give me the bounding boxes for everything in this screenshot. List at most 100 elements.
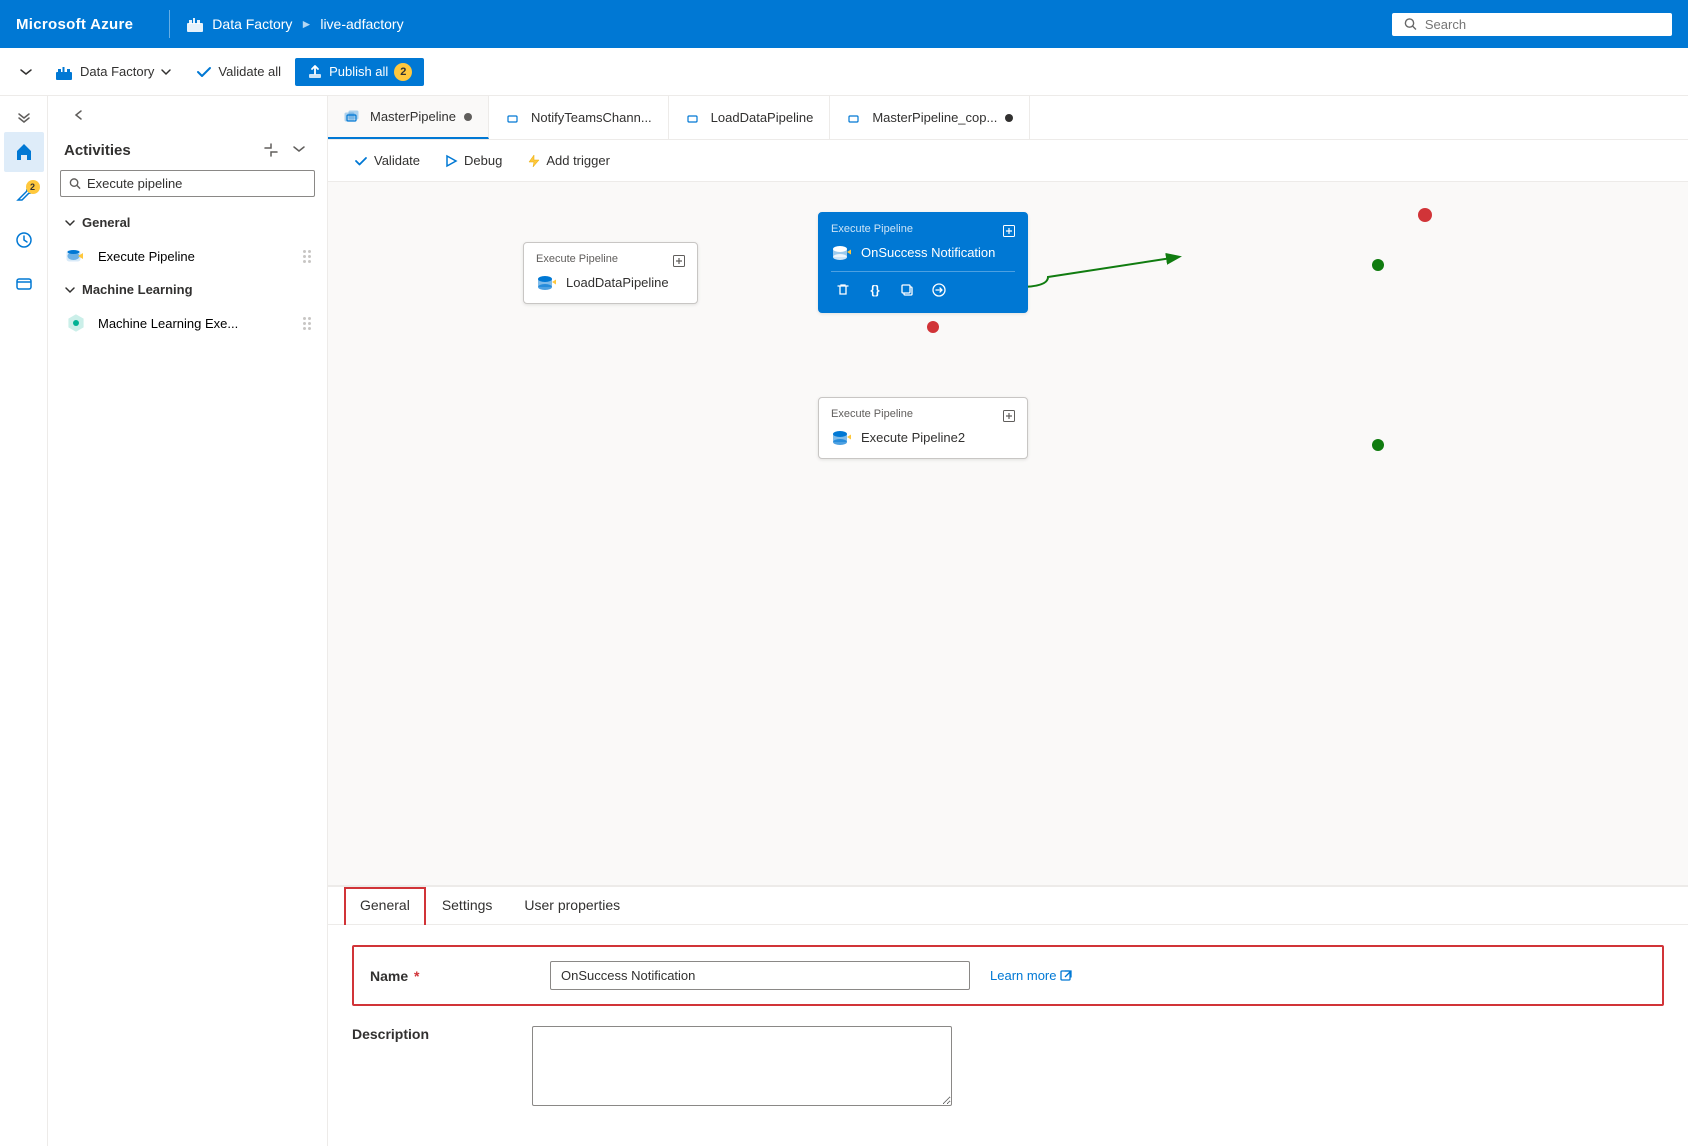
search-box[interactable]	[1392, 13, 1672, 36]
node-onsuccess[interactable]: Execute Pipeline OnSuccess Notification	[818, 212, 1028, 313]
search-input[interactable]	[1425, 17, 1660, 32]
tab-pipeline-icon-4	[846, 109, 864, 127]
main-layout: 2 Activities	[0, 96, 1688, 1146]
tab-masterpipeline[interactable]: MasterPipeline	[328, 96, 489, 139]
activity-ml-execute[interactable]: Machine Learning Exe...	[48, 303, 327, 343]
tab-general[interactable]: General	[344, 887, 426, 925]
play-icon	[444, 154, 458, 168]
section-general[interactable]: General	[48, 209, 327, 236]
sidebar-edit-icon[interactable]: 2	[4, 176, 44, 216]
sidebar-home-icon[interactable]	[4, 132, 44, 172]
tab-notifyteams[interactable]: NotifyTeamsChann...	[489, 96, 669, 139]
ml-drag-handle[interactable]	[303, 317, 311, 330]
activity-execute-pipeline[interactable]: Execute Pipeline	[48, 236, 327, 276]
lightning-icon	[526, 154, 540, 168]
description-textarea[interactable]	[532, 1026, 952, 1106]
node3-expand-btn[interactable]	[999, 406, 1019, 426]
tab-pipeline-icon-1	[344, 108, 362, 126]
tab-modified-dot-4	[1005, 114, 1013, 122]
factory-icon	[186, 15, 204, 33]
collapse-all-button[interactable]	[259, 138, 283, 162]
tab-user-properties[interactable]: User properties	[508, 887, 636, 925]
search-icon-activities	[69, 177, 81, 190]
factory-toolbar-icon	[54, 62, 74, 82]
chevron-down-icon-ml	[64, 284, 76, 296]
tab-loaddatapipeline-label: LoadDataPipeline	[711, 110, 814, 125]
activities-title: Activities	[64, 142, 131, 159]
activities-search-input[interactable]	[87, 176, 306, 191]
search-icon	[1404, 17, 1417, 31]
canvas-toolbar: Validate Debug Add trigger	[328, 140, 1688, 182]
section-general-label: General	[82, 215, 130, 230]
sidebar-monitor-icon[interactable]	[4, 220, 44, 260]
publish-icon	[307, 64, 323, 80]
execute-pipeline-label: Execute Pipeline	[98, 249, 195, 264]
tab-pipeline-icon-2	[505, 109, 523, 127]
checkmark-icon	[354, 154, 368, 168]
left-sidebar: 2	[0, 96, 48, 1146]
node2-label: OnSuccess Notification	[861, 245, 995, 260]
sidebar-manage-icon[interactable]	[4, 264, 44, 304]
validate-button[interactable]: Validate	[344, 149, 430, 172]
canvas-area[interactable]: Execute Pipeline LoadDataPipeline	[328, 182, 1688, 885]
ml-icon	[64, 311, 88, 335]
validate-all-button[interactable]: Validate all	[186, 59, 291, 85]
expand-button[interactable]	[12, 58, 40, 86]
activities-panel: Activities	[48, 96, 328, 1146]
debug-label: Debug	[464, 153, 502, 168]
error-indicator-top	[1418, 208, 1432, 222]
tab-pipeline-icon-3	[685, 109, 703, 127]
copy-button[interactable]	[895, 278, 919, 302]
add-trigger-button[interactable]: Add trigger	[516, 149, 620, 172]
data-factory-label: Data Factory	[80, 64, 154, 79]
description-label: Description	[352, 1026, 532, 1042]
learn-more-link[interactable]: Learn more	[990, 968, 1072, 983]
activities-search-box[interactable]	[60, 170, 315, 197]
pipeline-tabs: MasterPipeline NotifyTeamsChann... LoadD…	[328, 96, 1688, 140]
drag-handle[interactable]	[303, 250, 311, 263]
code-button[interactable]: {}	[863, 278, 887, 302]
node2-actions: {}	[831, 271, 1015, 302]
execute-pipeline-icon	[64, 244, 88, 268]
node1-expand-btn[interactable]	[669, 251, 689, 271]
node2-icon	[831, 241, 853, 263]
node2-expand-btn[interactable]	[999, 221, 1019, 241]
section-ml-label: Machine Learning	[82, 282, 193, 297]
validate-icon	[196, 64, 212, 80]
publish-all-button[interactable]: Publish all 2	[295, 58, 424, 86]
debug-button[interactable]: Debug	[434, 149, 512, 172]
arrow-button[interactable]	[927, 278, 951, 302]
activities-header: Activities	[48, 126, 327, 170]
breadcrumb-factory[interactable]: Data Factory	[212, 16, 292, 32]
breadcrumb-instance[interactable]: live-adfactory	[320, 16, 403, 32]
tab-masterpipeline-label: MasterPipeline	[370, 109, 456, 124]
node1-icon	[536, 271, 558, 293]
node-loaddatapipeline[interactable]: Execute Pipeline LoadDataPipeline	[523, 242, 698, 304]
node2-header: Execute Pipeline	[831, 223, 1015, 235]
secondary-toolbar: Data Factory Validate all Publish all 2	[0, 48, 1688, 96]
validate-canvas-label: Validate	[374, 153, 420, 168]
section-ml[interactable]: Machine Learning	[48, 276, 327, 303]
delete-button[interactable]	[831, 278, 855, 302]
tab-settings[interactable]: Settings	[426, 887, 509, 925]
tab-loaddatapipeline[interactable]: LoadDataPipeline	[669, 96, 831, 139]
external-link-icon	[1060, 970, 1072, 982]
activities-panel-expand[interactable]	[64, 94, 88, 134]
sidebar-expand-button[interactable]	[4, 104, 44, 128]
tab-settings-label: Settings	[442, 897, 493, 913]
description-row: Description	[352, 1026, 1664, 1106]
expand-all-button[interactable]	[287, 138, 311, 162]
data-factory-button[interactable]: Data Factory	[44, 57, 182, 87]
brand-label: Microsoft Azure	[16, 16, 133, 33]
tab-masterpipeline-copy[interactable]: MasterPipeline_cop...	[830, 96, 1030, 139]
ml-execute-label: Machine Learning Exe...	[98, 316, 238, 331]
breadcrumb-chevron: ►	[300, 17, 312, 31]
publish-label: Publish all	[329, 64, 388, 79]
node-executepipeline2[interactable]: Execute Pipeline Execute Pipeline2	[818, 397, 1028, 459]
canvas-scroll: Execute Pipeline LoadDataPipeline	[328, 182, 1688, 885]
name-input[interactable]	[550, 961, 970, 990]
add-trigger-label: Add trigger	[546, 153, 610, 168]
node1-body: LoadDataPipeline	[536, 271, 685, 293]
name-field-wrapper: Name * Learn more	[352, 945, 1664, 1006]
chevron-down-icon	[64, 217, 76, 229]
